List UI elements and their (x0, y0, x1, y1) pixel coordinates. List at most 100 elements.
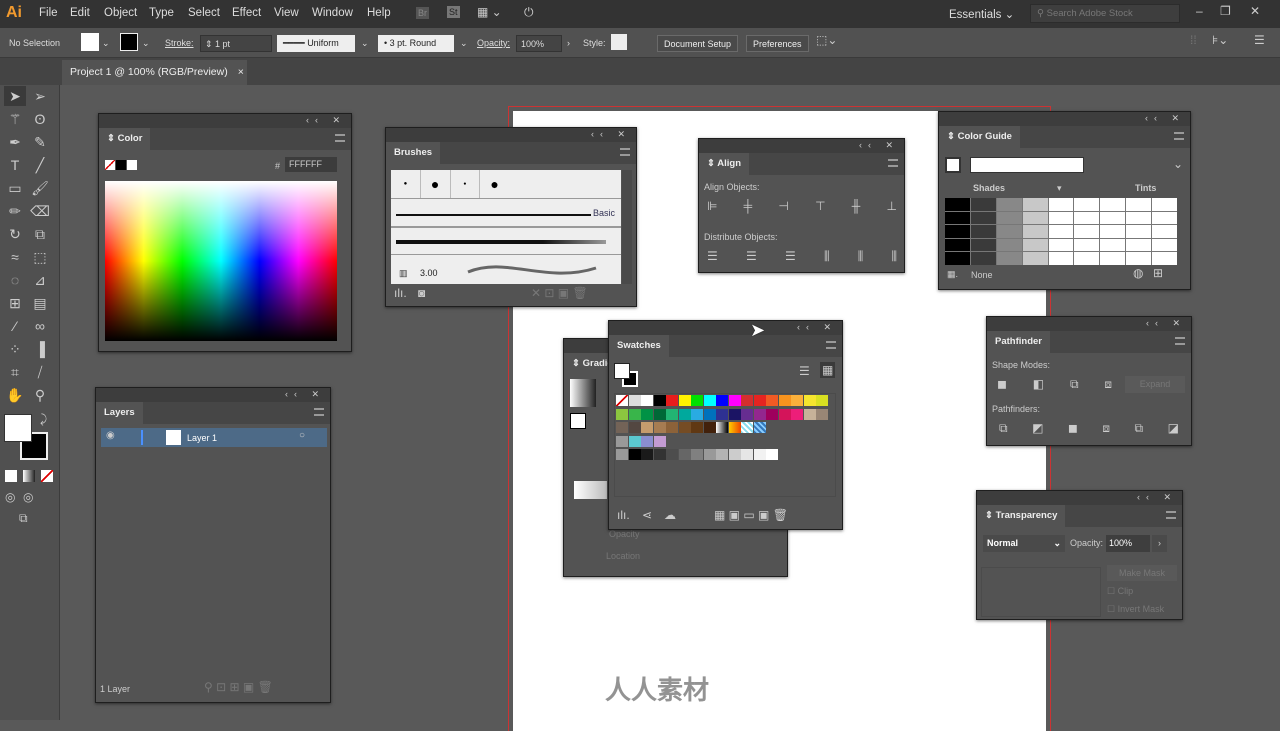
brushes-tab[interactable]: Brushes (386, 142, 441, 164)
distribute-top-icon[interactable]: ☰ (707, 249, 718, 264)
fill-swatch-icon[interactable] (614, 363, 630, 379)
color-variation-swatch[interactable] (1152, 238, 1177, 252)
swatch[interactable] (641, 408, 653, 420)
thumbnail-view-icon[interactable]: ▦ (820, 362, 836, 378)
color-variation-swatch[interactable] (1152, 198, 1177, 211)
swatch[interactable] (628, 435, 641, 447)
new-color-group-icon[interactable]: ▦ ▣ ▭ ▣ 🗑 (714, 508, 788, 522)
harmony-dropdown-icon[interactable]: ⌄ (1173, 157, 1183, 171)
color-group-folder-icon[interactable] (616, 449, 628, 460)
swatch[interactable] (678, 422, 691, 433)
minus-back-icon[interactable]: ◪ (1168, 421, 1179, 436)
swatch[interactable] (641, 435, 653, 447)
swatch[interactable] (641, 422, 653, 433)
divide-icon[interactable]: ⧉ (999, 421, 1008, 436)
swatch[interactable] (703, 422, 716, 433)
layers-tab[interactable]: Layers (96, 402, 143, 424)
save-color-group-icon[interactable]: ⊞ (1153, 266, 1163, 280)
swatch[interactable] (653, 395, 666, 406)
fill-swatch[interactable] (81, 33, 99, 51)
gradient-preview[interactable] (570, 379, 596, 407)
transparency-tab[interactable]: ⇕ Transparency (977, 505, 1066, 527)
document-setup-button[interactable]: Document Setup (657, 35, 739, 52)
calligraphic-brushes[interactable]: ● ● ● ● (391, 170, 509, 198)
warp-tool-icon[interactable]: ≈ (4, 247, 26, 267)
draw-normal-icon[interactable]: ◎ (5, 490, 15, 504)
menu-view[interactable]: View (274, 7, 299, 19)
distribute-right-icon[interactable]: ⫼ (891, 249, 897, 264)
swatch[interactable] (641, 395, 653, 406)
color-variation-swatch[interactable] (996, 238, 1022, 252)
color-variation-swatch[interactable] (996, 211, 1022, 225)
opacity-label[interactable]: Opacity: (477, 35, 510, 52)
minus-front-icon[interactable]: ◧ (1033, 377, 1044, 392)
color-variation-swatch[interactable] (1048, 198, 1074, 211)
panel-menu-icon[interactable] (620, 148, 630, 156)
swatch[interactable] (653, 408, 666, 420)
menu-select[interactable]: Select (188, 7, 220, 19)
distribute-left-icon[interactable]: ⫼ (824, 249, 830, 264)
swatch[interactable] (753, 408, 766, 420)
swatch[interactable] (678, 395, 691, 406)
color-variation-swatch[interactable] (945, 252, 970, 265)
swatch[interactable] (728, 395, 741, 406)
white-color-icon[interactable] (127, 160, 137, 170)
align-icon[interactable]: ⁞⁞ (1190, 32, 1197, 49)
swatch[interactable] (716, 422, 728, 433)
workspace-switcher[interactable]: Essentials ⌄ (949, 7, 1014, 21)
color-variation-swatch[interactable] (945, 238, 970, 252)
brush-library-icon[interactable]: ılı. (394, 286, 407, 300)
merge-icon[interactable]: ◼ (1068, 421, 1078, 436)
swatch[interactable] (616, 422, 628, 433)
exclude-icon[interactable]: ⧈ (1104, 377, 1112, 392)
brush-footer-icons[interactable]: ✕ ⊡ ▣ 🗑 (531, 286, 588, 300)
color-variation-swatch[interactable] (1126, 211, 1152, 225)
align-right-icon[interactable]: ⊣ (778, 199, 788, 213)
color-variation-swatch[interactable] (1022, 238, 1048, 252)
brush-dot-icon[interactable]: ● (451, 170, 481, 198)
color-variation-swatch[interactable] (945, 225, 970, 238)
collapse-close-icon[interactable]: ‹‹ ✕ (797, 322, 837, 333)
perspective-grid-tool-icon[interactable]: ⊿ (29, 270, 51, 290)
style-swatch[interactable] (611, 34, 627, 50)
mesh-tool-icon[interactable]: ⊞ (4, 293, 26, 313)
none-mode-icon[interactable] (41, 470, 53, 482)
color-variation-swatch[interactable] (1048, 211, 1074, 225)
clip-checkbox[interactable]: ☐ Clip (1107, 586, 1133, 597)
swatch[interactable] (641, 449, 653, 460)
panel-menu-icon[interactable] (888, 159, 898, 167)
swatch[interactable] (766, 449, 778, 460)
visibility-eye-icon[interactable]: ◉ (106, 430, 115, 441)
color-variation-swatch[interactable] (1126, 198, 1152, 211)
swatch[interactable] (716, 449, 728, 460)
lasso-tool-icon[interactable]: ʘ (29, 109, 51, 129)
brushes-scrollbar[interactable] (622, 170, 632, 284)
harmony-rule-bar[interactable] (970, 157, 1084, 173)
align-bottom-icon[interactable]: ⊥ (886, 199, 896, 213)
swatch[interactable] (778, 408, 791, 420)
color-variation-swatch[interactable] (945, 211, 970, 225)
preferences-button[interactable]: Preferences (746, 35, 809, 52)
color-variation-swatch[interactable] (970, 211, 996, 225)
paintbrush-tool-icon[interactable]: 🖌 (29, 178, 51, 198)
gradient-mode-icon[interactable] (23, 470, 35, 482)
collapse-close-icon[interactable]: ‹‹ ✕ (1137, 492, 1177, 503)
menu-help[interactable]: Help (367, 7, 391, 19)
swatch[interactable] (628, 395, 641, 406)
control-menu-icon[interactable]: ☰ (1254, 32, 1265, 49)
collapse-close-icon[interactable]: ‹‹ ✕ (1146, 318, 1186, 329)
blend-mode-dropdown[interactable]: Normal ⌄ (983, 535, 1065, 552)
stroke-dropdown[interactable]: ⌄ (142, 35, 150, 52)
type-tool-icon[interactable]: T (4, 155, 26, 175)
menu-file[interactable]: File (39, 7, 58, 19)
color-variation-swatch[interactable] (1022, 198, 1048, 211)
eraser-tool-icon[interactable]: ⌫ (29, 201, 51, 221)
make-mask-button[interactable]: Make Mask (1107, 565, 1177, 581)
swatch[interactable] (703, 449, 716, 460)
opacity-field[interactable]: 100% (516, 35, 562, 52)
swatch[interactable] (616, 408, 628, 420)
color-variation-swatch[interactable] (1022, 252, 1048, 265)
swatch[interactable] (803, 395, 816, 406)
align-vertical-center-icon[interactable]: ╫ (852, 199, 861, 213)
unite-icon[interactable]: ◼ (997, 377, 1007, 392)
